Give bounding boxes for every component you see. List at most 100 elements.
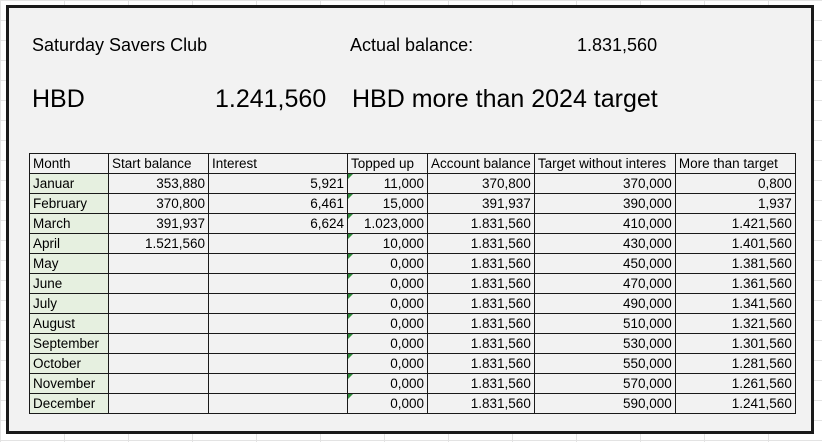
more-than-target-cell[interactable]: 1.421,560 — [674, 213, 796, 234]
month-cell[interactable]: September — [29, 333, 109, 354]
target-cell[interactable]: 590,000 — [533, 393, 676, 414]
table-row: October 0,000 1.831,560 550,000 1.281,560 — [29, 353, 796, 374]
start-balance-cell[interactable]: 1.521,560 — [108, 233, 209, 254]
start-balance-cell[interactable] — [108, 253, 209, 274]
account-balance-cell[interactable]: 1.831,560 — [427, 393, 535, 414]
topped-up-cell[interactable]: 0,000 — [347, 353, 428, 374]
account-balance-cell[interactable]: 1.831,560 — [427, 293, 535, 314]
topped-up-cell[interactable]: 1.023,000 — [347, 213, 428, 234]
topped-up-value: 11,000 — [383, 176, 424, 191]
start-balance-cell[interactable] — [108, 293, 209, 314]
more-than-target-cell[interactable]: 1.281,560 — [674, 353, 796, 374]
month-cell[interactable]: August — [29, 313, 109, 334]
header-cell-more-than-target[interactable]: More than target — [674, 153, 796, 174]
interest-cell[interactable] — [208, 233, 348, 254]
target-cell[interactable]: 470,000 — [533, 273, 676, 294]
month-cell[interactable]: October — [29, 353, 109, 374]
start-balance-cell[interactable]: 370,800 — [108, 193, 209, 214]
interest-cell[interactable] — [208, 373, 348, 394]
more-than-target-cell[interactable]: 0,800 — [674, 173, 796, 194]
target-cell[interactable]: 490,000 — [533, 293, 676, 314]
interest-cell[interactable] — [208, 393, 348, 414]
more-than-target-cell[interactable]: 1.321,560 — [674, 313, 796, 334]
header-cell-topped-up[interactable]: Topped up — [347, 153, 428, 174]
topped-up-cell[interactable]: 0,000 — [347, 253, 428, 274]
header-cell-target[interactable]: Target without interes — [533, 153, 676, 174]
target-cell[interactable]: 550,000 — [533, 353, 676, 374]
account-balance-cell[interactable]: 1.831,560 — [427, 333, 535, 354]
more-than-target-cell[interactable]: 1.361,560 — [674, 273, 796, 294]
interest-cell[interactable] — [208, 273, 348, 294]
account-balance-cell[interactable]: 391,937 — [427, 193, 535, 214]
more-than-target-cell[interactable]: 1.401,560 — [674, 233, 796, 254]
month-cell[interactable]: February — [29, 193, 109, 214]
header-cell-month[interactable]: Month — [29, 153, 109, 174]
start-balance-cell[interactable] — [108, 313, 209, 334]
more-than-target-cell[interactable]: 1.301,560 — [674, 333, 796, 354]
account-balance-cell[interactable]: 1.831,560 — [427, 353, 535, 374]
target-cell[interactable]: 450,000 — [533, 253, 676, 274]
topped-up-cell[interactable]: 0,000 — [347, 293, 428, 314]
topped-up-cell[interactable]: 0,000 — [347, 373, 428, 394]
target-cell[interactable]: 430,000 — [533, 233, 676, 254]
target-cell[interactable]: 370,000 — [533, 173, 676, 194]
month-cell[interactable]: November — [29, 373, 109, 394]
topped-up-cell[interactable]: 15,000 — [347, 193, 428, 214]
topped-up-cell[interactable]: 11,000 — [347, 173, 428, 194]
topped-up-cell[interactable]: 0,000 — [347, 393, 428, 414]
target-cell[interactable]: 410,000 — [533, 213, 676, 234]
target-cell[interactable]: 510,000 — [533, 313, 676, 334]
start-balance-cell[interactable]: 391,937 — [108, 213, 209, 234]
table-row: August 0,000 1.831,560 510,000 1.321,560 — [29, 313, 796, 334]
table-row: March 391,937 6,624 1.023,000 1.831,560 410,0… — [29, 213, 796, 234]
header-cell-start-balance[interactable]: Start balance — [108, 153, 209, 174]
month-cell[interactable]: June — [29, 273, 109, 294]
topped-up-cell[interactable]: 0,000 — [347, 333, 428, 354]
target-cell[interactable]: 530,000 — [533, 333, 676, 354]
interest-cell[interactable] — [208, 253, 348, 274]
more-than-target-cell[interactable]: 1,937 — [674, 193, 796, 214]
account-balance-cell[interactable]: 1.831,560 — [427, 213, 535, 234]
account-balance-cell[interactable]: 1.831,560 — [427, 373, 535, 394]
account-balance-cell[interactable]: 1.831,560 — [427, 313, 535, 334]
difference-text: HBD more than 2024 target — [352, 85, 658, 113]
account-balance-cell[interactable]: 1.831,560 — [427, 233, 535, 254]
more-than-target-cell[interactable]: 1.261,560 — [674, 373, 796, 394]
account-balance-cell[interactable]: 370,800 — [427, 173, 535, 194]
interest-cell[interactable]: 5,921 — [208, 173, 348, 194]
interest-cell[interactable] — [208, 293, 348, 314]
more-than-target-cell[interactable]: 1.381,560 — [674, 253, 796, 274]
topped-up-cell[interactable]: 0,000 — [347, 273, 428, 294]
month-cell[interactable]: May — [29, 253, 109, 274]
month-cell[interactable]: July — [29, 293, 109, 314]
account-balance-cell[interactable]: 1.831,560 — [427, 273, 535, 294]
topped-up-value: 0,000 — [390, 316, 424, 331]
topped-up-cell[interactable]: 0,000 — [347, 313, 428, 334]
table-row: November 0,000 1.831,560 570,000 1.261,560 — [29, 373, 796, 394]
header-cell-account-balance[interactable]: Account balance — [427, 153, 535, 174]
start-balance-cell[interactable] — [108, 373, 209, 394]
topped-up-value: 0,000 — [390, 256, 424, 271]
interest-cell[interactable] — [208, 353, 348, 374]
start-balance-cell[interactable] — [108, 333, 209, 354]
account-balance-cell[interactable]: 1.831,560 — [427, 253, 535, 274]
start-balance-cell[interactable] — [108, 273, 209, 294]
more-than-target-cell[interactable]: 1.241,560 — [674, 393, 796, 414]
more-than-target-cell[interactable]: 1.341,560 — [674, 293, 796, 314]
topped-up-value: 0,000 — [390, 376, 424, 391]
start-balance-cell[interactable]: 353,880 — [108, 173, 209, 194]
start-balance-cell[interactable] — [108, 393, 209, 414]
month-cell[interactable]: April — [29, 233, 109, 254]
interest-cell[interactable] — [208, 313, 348, 334]
target-cell[interactable]: 570,000 — [533, 373, 676, 394]
topped-up-cell[interactable]: 10,000 — [347, 233, 428, 254]
month-cell[interactable]: December — [29, 393, 109, 414]
interest-cell[interactable]: 6,624 — [208, 213, 348, 234]
interest-cell[interactable]: 6,461 — [208, 193, 348, 214]
interest-cell[interactable] — [208, 333, 348, 354]
month-cell[interactable]: March — [29, 213, 109, 234]
start-balance-cell[interactable] — [108, 353, 209, 374]
header-cell-interest[interactable]: Interest — [208, 153, 348, 174]
target-cell[interactable]: 390,000 — [533, 193, 676, 214]
month-cell[interactable]: Januar — [29, 173, 109, 194]
